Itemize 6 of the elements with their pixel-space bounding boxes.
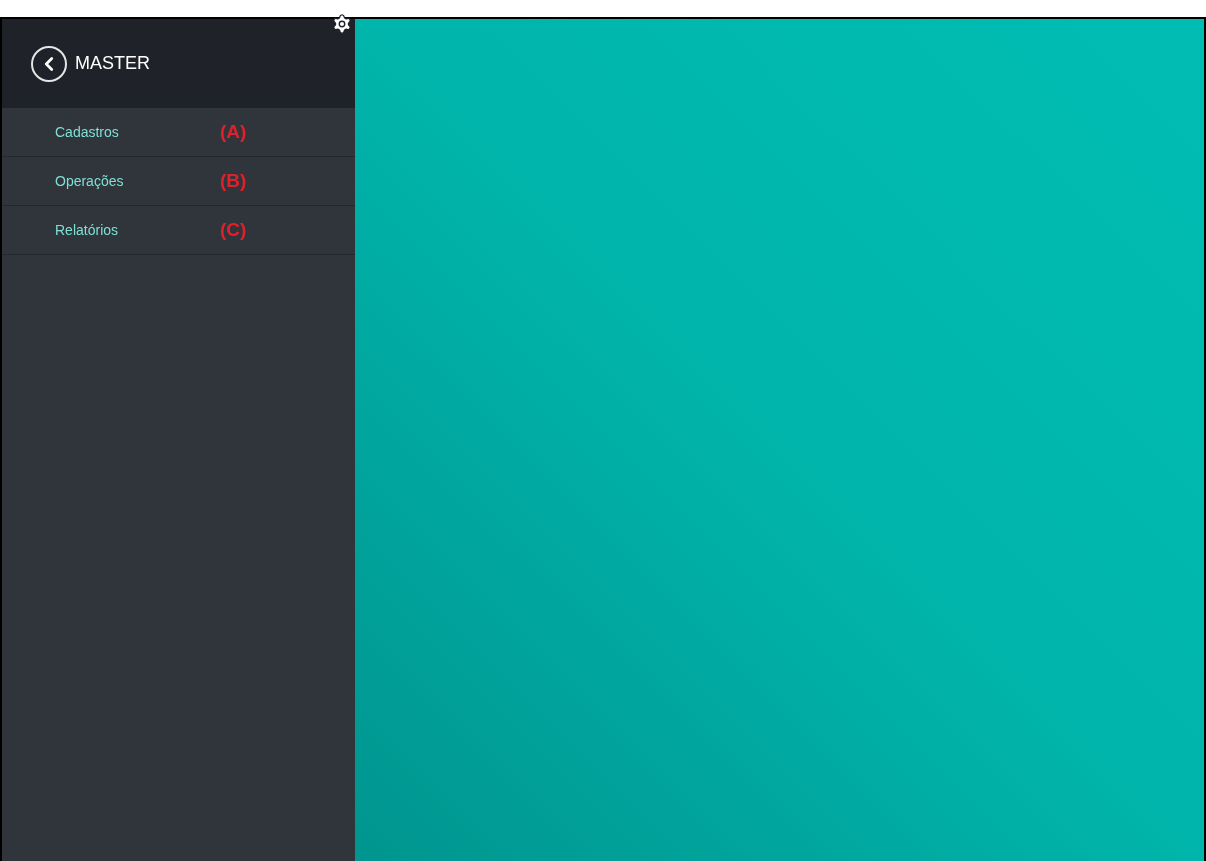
annotation-label: (B) bbox=[220, 168, 247, 193]
annotation-label: (A) bbox=[220, 119, 247, 144]
settings-icon[interactable] bbox=[331, 13, 353, 35]
back-button[interactable] bbox=[31, 45, 67, 82]
annotation-label: (C) bbox=[220, 217, 247, 242]
sidebar-title: MASTER bbox=[75, 52, 150, 75]
